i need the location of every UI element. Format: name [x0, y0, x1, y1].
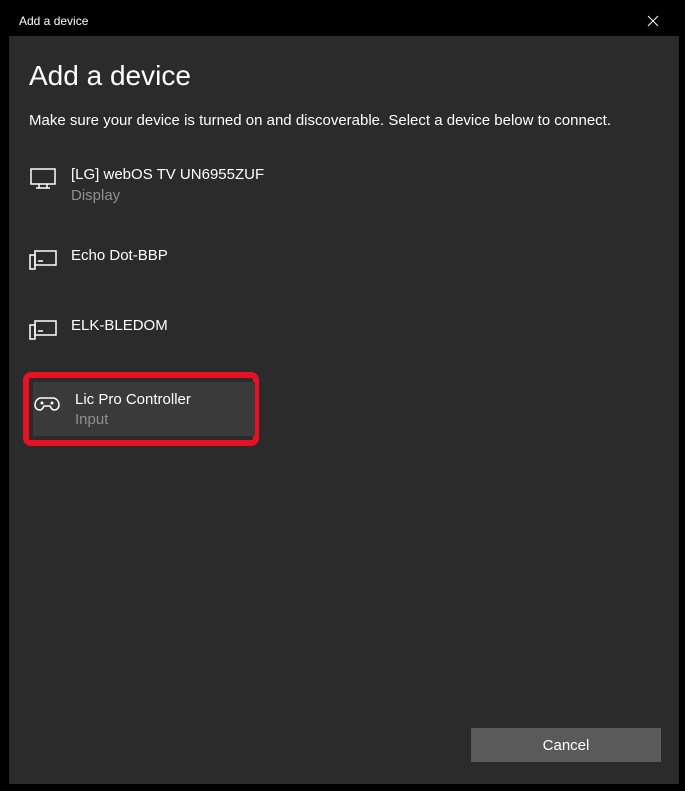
device-info: [LG] webOS TV UN6955ZUF Display [71, 165, 264, 204]
device-name: Lic Pro Controller [75, 390, 191, 410]
device-item-echo-dot[interactable]: Echo Dot-BBP [29, 236, 659, 284]
device-info: Echo Dot-BBP [71, 246, 168, 266]
device-item-lg-tv[interactable]: [LG] webOS TV UN6955ZUF Display [29, 155, 659, 214]
dialog-footer: Cancel [9, 718, 679, 784]
device-icon [29, 246, 57, 274]
device-type: Input [75, 411, 191, 428]
monitor-icon [29, 165, 57, 193]
device-item-elk-bledom[interactable]: ELK-BLEDOM [29, 306, 659, 354]
gamepad-icon [33, 390, 61, 418]
device-list: [LG] webOS TV UN6955ZUF Display Echo Dot… [29, 155, 659, 698]
cancel-button[interactable]: Cancel [471, 728, 661, 762]
device-icon [29, 316, 57, 344]
close-button[interactable] [637, 6, 669, 36]
dialog-content: Add a device Make sure your device is tu… [9, 36, 679, 718]
device-name: Echo Dot-BBP [71, 246, 168, 266]
dialog-subtext: Make sure your device is turned on and d… [29, 110, 659, 131]
device-item-controller[interactable]: Lic Pro Controller Input [33, 382, 255, 437]
highlight-annotation: Lic Pro Controller Input [23, 372, 259, 447]
add-device-dialog: Add a device Add a device Make sure your… [8, 5, 680, 785]
device-info: ELK-BLEDOM [71, 316, 168, 336]
titlebar-text: Add a device [19, 14, 88, 28]
dialog-heading: Add a device [29, 60, 659, 92]
device-type: Display [71, 187, 264, 204]
close-icon [647, 15, 659, 27]
device-name: [LG] webOS TV UN6955ZUF [71, 165, 264, 185]
dialog-titlebar: Add a device [9, 6, 679, 36]
device-info: Lic Pro Controller Input [75, 390, 191, 429]
device-name: ELK-BLEDOM [71, 316, 168, 336]
